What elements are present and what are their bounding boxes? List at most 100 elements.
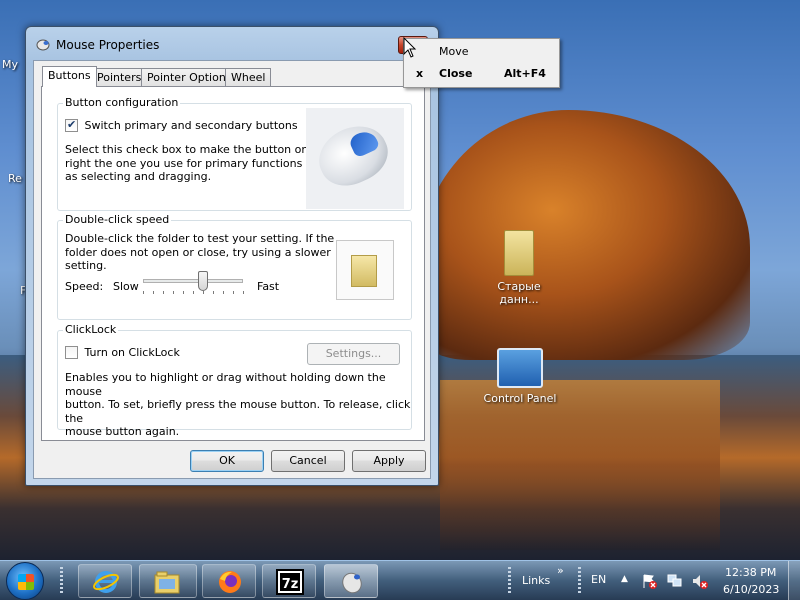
desktop-wallpaper-reflection (440, 380, 720, 550)
links-toolbar-label[interactable]: Links (522, 574, 550, 587)
folder-icon (504, 230, 534, 276)
desktop-wallpaper-rock (420, 110, 750, 360)
description-line: mouse button again. (65, 425, 180, 438)
taskbar-button-firefox[interactable] (202, 564, 256, 598)
slider-tick (183, 291, 184, 294)
language-indicator[interactable]: EN (591, 573, 606, 586)
dialog-client-area: Buttons Pointers Pointer Options Wheel B… (33, 60, 431, 479)
slider-tick (243, 291, 244, 294)
description-line: Select this check box to make the button… (65, 143, 330, 156)
show-desktop-button[interactable] (788, 561, 800, 600)
system-context-menu: Move x Close Alt+F4 (403, 38, 560, 88)
slider-tick (233, 291, 234, 294)
desktop-icon-control-panel[interactable]: Control Panel (480, 348, 560, 405)
start-button[interactable] (6, 562, 44, 600)
clock-time[interactable]: 12:38 PM (725, 566, 776, 579)
description-line: button. To set, briefly press the mouse … (65, 398, 411, 425)
desktop-icon-old-data-folder[interactable]: Старые данн... (479, 230, 559, 306)
volume-muted-icon[interactable] (692, 573, 708, 589)
clicklock-settings-button[interactable]: Settings... (307, 343, 400, 365)
mouse-illustration (306, 108, 404, 209)
taskbar-grip[interactable] (60, 567, 63, 595)
7zip-label: 7z (282, 577, 299, 592)
clicklock-checkbox[interactable] (65, 345, 78, 359)
links-chevron-icon[interactable]: » (557, 564, 564, 577)
tab-wheel[interactable]: Wheel (225, 68, 272, 86)
windows-logo-icon (18, 574, 34, 590)
control-panel-icon (497, 348, 543, 388)
slider-tick (173, 291, 174, 294)
desktop-icon-label: Старые данн... (497, 280, 541, 306)
checkbox-label[interactable]: Turn on ClickLock (85, 346, 180, 359)
menu-item-label: Close (439, 67, 473, 80)
taskbar-button-mouse-properties[interactable] (324, 564, 378, 598)
tab-pointers[interactable]: Pointers (91, 68, 148, 86)
tab-pointer-options[interactable]: Pointer Options (141, 68, 238, 86)
7zip-icon: 7z (276, 569, 304, 595)
speed-label: Speed: (65, 280, 104, 293)
clicklock-group: ClickLock Turn on ClickLock Settings... … (57, 323, 412, 438)
fast-label: Fast (257, 280, 280, 293)
apply-button[interactable]: Apply (352, 450, 426, 472)
speed-slider-thumb[interactable] (198, 271, 208, 291)
group-title: Button configuration (63, 96, 181, 109)
description-line: as selecting and dragging. (65, 170, 212, 183)
slow-label: Slow (113, 280, 139, 293)
slider-tick (213, 291, 214, 294)
mouse-body-icon (309, 115, 397, 196)
slider-tick (163, 291, 164, 294)
cancel-button[interactable]: Cancel (271, 450, 345, 472)
test-folder-area[interactable] (336, 240, 394, 300)
clock-date[interactable]: 6/10/2023 (723, 583, 779, 596)
slider-tick (153, 291, 154, 294)
button-configuration-group: Button configuration Switch primary and … (57, 96, 412, 211)
mouse-icon (36, 39, 50, 51)
ok-button[interactable]: OK (190, 450, 264, 472)
checkbox-label[interactable]: Switch primary and secondary buttons (85, 119, 298, 132)
description-line: Enables you to highlight or drag without… (65, 371, 386, 398)
desktop-icon-label-partial[interactable]: My (2, 58, 18, 71)
switch-buttons-checkbox[interactable] (65, 118, 78, 132)
buttons-tab-panel: Button configuration Switch primary and … (41, 86, 425, 441)
desktop-icon-label-partial[interactable]: Re (8, 172, 22, 185)
taskbar-button-file-explorer[interactable] (139, 564, 197, 598)
mouse-properties-icon (342, 572, 362, 594)
title-bar[interactable]: Mouse Properties ✕ (26, 27, 438, 61)
taskbar-button-internet-explorer[interactable] (78, 564, 132, 598)
menu-item-label: Move (439, 45, 469, 58)
mouse-properties-window: Mouse Properties ✕ Buttons Pointers Poin… (25, 26, 439, 486)
tab-buttons[interactable]: Buttons (42, 66, 97, 87)
menu-item-move[interactable]: Move (406, 41, 557, 62)
test-folder-icon[interactable] (351, 255, 377, 287)
network-icon[interactable] (667, 573, 683, 589)
action-center-flag-icon[interactable] (641, 573, 657, 589)
file-explorer-icon (154, 571, 180, 594)
taskbar-grip[interactable] (578, 567, 581, 595)
group-title: ClickLock (63, 323, 119, 336)
taskbar-grip[interactable] (508, 567, 511, 595)
slider-tick (223, 291, 224, 294)
close-x-icon: x (416, 67, 424, 80)
slider-tick (193, 291, 194, 294)
description-line: right the one you use for primary functi… (65, 156, 332, 170)
double-click-description: Double-click the folder to test your set… (65, 232, 334, 273)
description-line: folder does not open or close, try using… (65, 245, 331, 259)
clicklock-checkbox-row[interactable]: Turn on ClickLock (65, 345, 180, 359)
internet-explorer-icon (93, 571, 119, 593)
button-config-description: Select this check box to make the button… (65, 143, 332, 184)
show-hidden-icons-arrow-icon[interactable]: ▲ (621, 574, 628, 584)
mouse-cursor-icon (403, 37, 417, 58)
switch-buttons-checkbox-row[interactable]: Switch primary and secondary buttons (65, 118, 298, 132)
firefox-icon (219, 571, 241, 593)
menu-item-close[interactable]: x Close Alt+F4 (406, 63, 557, 84)
speed-slider-track[interactable] (143, 279, 243, 283)
slider-tick (143, 291, 144, 294)
taskbar-button-7zip[interactable]: 7z (262, 564, 316, 598)
window-title: Mouse Properties (56, 38, 160, 52)
description-line: Double-click the folder to test your set… (65, 232, 335, 245)
group-title: Double-click speed (63, 213, 172, 226)
double-click-speed-group: Double-click speed Double-click the fold… (57, 213, 412, 320)
menu-item-accelerator: Alt+F4 (504, 67, 546, 80)
desktop-icon-label: Control Panel (483, 392, 557, 405)
clicklock-description: Enables you to highlight or drag without… (65, 371, 411, 439)
